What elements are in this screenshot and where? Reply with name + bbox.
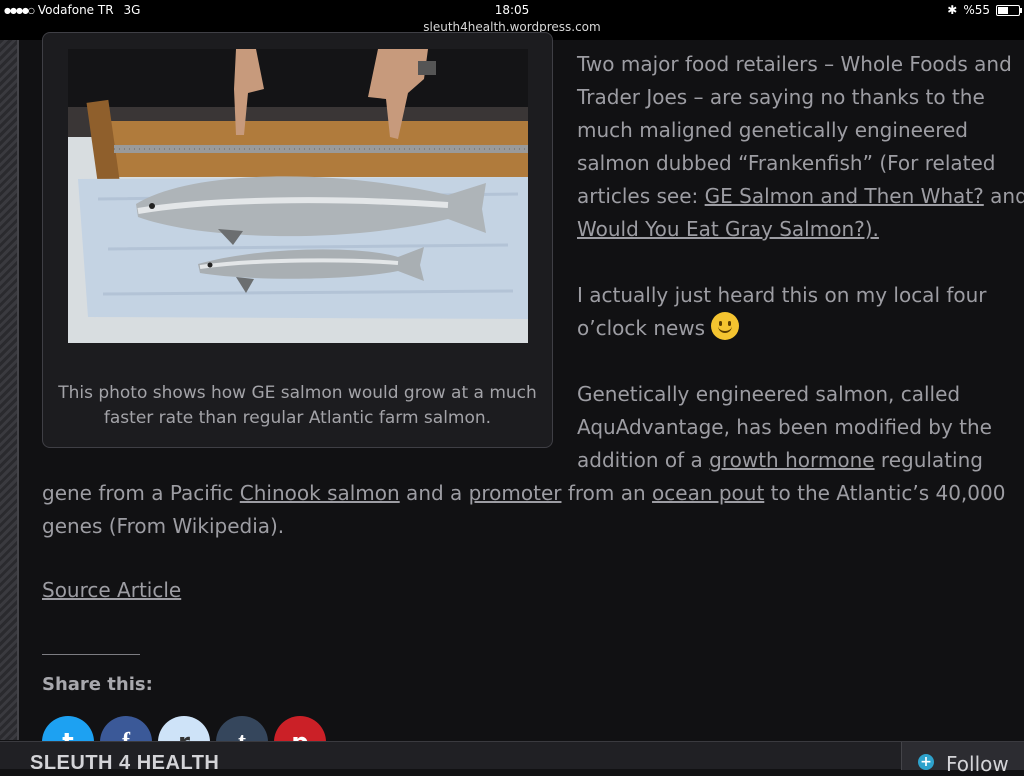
link-gray-salmon[interactable]: Would You Eat Gray Salmon?). xyxy=(577,217,879,241)
smiley-icon xyxy=(711,312,740,340)
left-decorative-border xyxy=(0,40,19,740)
figure-caption: This photo shows how GE salmon would gro… xyxy=(58,383,537,428)
link-ge-salmon[interactable]: GE Salmon and Then What? xyxy=(705,184,984,208)
site-title[interactable]: SLEUTH 4 HEALTH xyxy=(30,752,219,775)
share-divider xyxy=(42,654,140,655)
clock: 18:05 xyxy=(494,3,530,17)
battery-percent: %55 xyxy=(963,3,990,17)
battery-icon xyxy=(996,4,1022,16)
bluetooth-icon: ✱ xyxy=(947,3,958,17)
source-article-link[interactable]: Source Article xyxy=(42,578,181,602)
salmon-photo[interactable] xyxy=(68,49,528,343)
follow-button[interactable]: + Follow xyxy=(901,742,1024,776)
article-figure: This photo shows how GE salmon would gro… xyxy=(42,32,553,448)
follow-label: Follow xyxy=(946,752,1009,776)
share-heading: Share this: xyxy=(42,674,153,695)
link-chinook-salmon[interactable]: Chinook salmon xyxy=(240,481,400,505)
bottom-site-bar: SLEUTH 4 HEALTH + Follow xyxy=(0,741,1024,776)
status-right: ✱ %55 xyxy=(947,3,1022,17)
link-growth-hormone[interactable]: growth hormone xyxy=(709,448,874,472)
link-ocean-pout[interactable]: ocean pout xyxy=(652,481,764,505)
link-promoter[interactable]: promoter xyxy=(469,481,562,505)
